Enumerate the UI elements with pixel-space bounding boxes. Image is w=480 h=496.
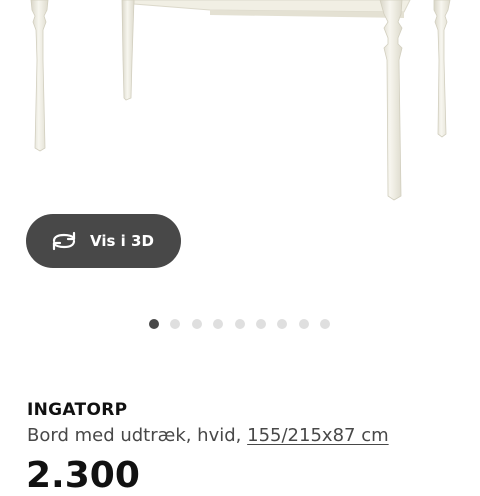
image-carousel-dots [149,319,331,329]
product-description: Bord med udtræk, hvid, 155/215x87 cm [27,425,389,446]
view-3d-button[interactable]: Vis i 3D [26,214,181,268]
carousel-dot[interactable] [170,319,181,329]
product-price: 2.300 [26,455,140,496]
product-dimensions-link[interactable]: 155/215x87 cm [247,425,389,446]
carousel-dot[interactable] [320,319,331,329]
carousel-dot[interactable] [213,319,224,329]
carousel-dot[interactable] [277,319,288,329]
carousel-dot[interactable] [191,319,202,329]
carousel-dot[interactable] [298,319,309,329]
carousel-dot[interactable] [234,319,245,329]
view-3d-label: Vis i 3D [90,232,154,250]
carousel-dot[interactable] [255,319,266,329]
rotate-3d-icon [50,231,78,251]
product-description-text: Bord med udtræk, hvid, [27,425,242,446]
product-name[interactable]: INGATORP [27,400,127,420]
carousel-dot[interactable] [149,319,159,329]
